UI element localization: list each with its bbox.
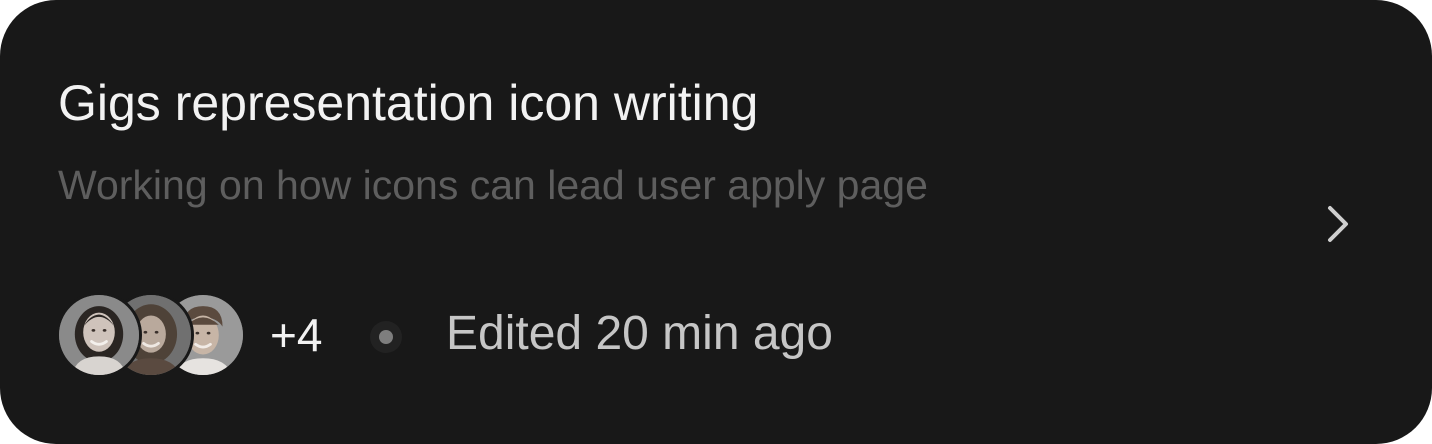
edited-timestamp: Edited 20 min ago [446,307,833,360]
gig-card[interactable]: Gigs representation icon writing Working… [0,0,1432,444]
collaborator-avatars[interactable] [56,292,246,378]
card-subtitle: Working on how icons can lead user apply… [58,162,928,208]
chevron-right-icon[interactable] [1318,200,1358,248]
dot-separator [370,321,402,353]
avatar [56,292,142,378]
card-title: Gigs representation icon writing [58,75,759,131]
extra-collaborators-count[interactable]: +4 [270,306,322,364]
